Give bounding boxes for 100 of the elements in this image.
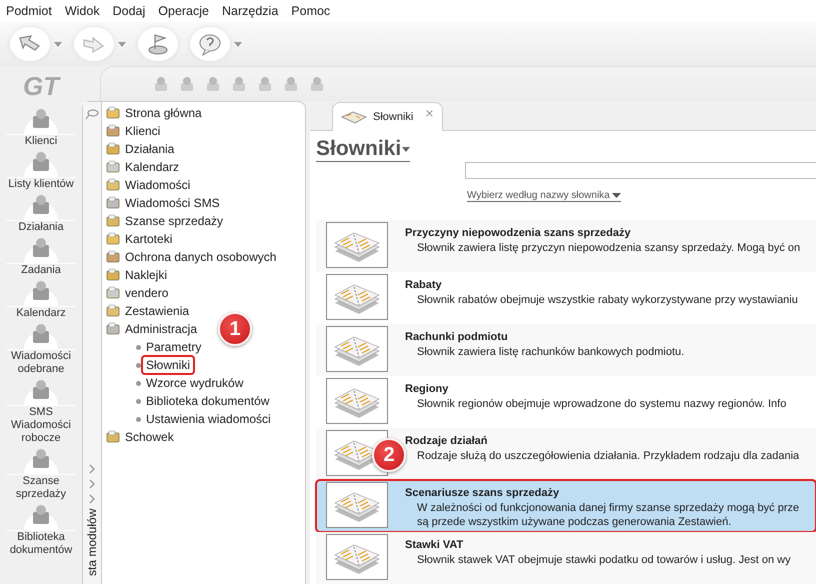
tree-item[interactable]: Ochrona danych osobowych (106, 248, 276, 266)
rail-label: Wiadomości odebrane (10, 350, 72, 376)
rail-item[interactable]: Kalendarz (3, 278, 79, 320)
menu-item[interactable]: Podmiot (6, 4, 52, 18)
page-title[interactable]: Słowniki (316, 137, 410, 162)
tree-item[interactable]: Działania (106, 140, 174, 158)
module-icon (106, 232, 121, 246)
pin-icon[interactable] (85, 108, 99, 120)
menu-item[interactable]: Narzędzia (222, 4, 278, 18)
rail-label: Szanse sprzedaży (14, 475, 68, 501)
rail-label: SMS Wiadomości robocze (10, 406, 72, 445)
tree-item[interactable]: Strona główna (106, 104, 202, 122)
rail-label: Biblioteka dokumentów (8, 531, 74, 557)
rail-icon (6, 377, 76, 406)
dictionary-description: Rodzaje służą do uszczegółowienia działania. Przykładem rodzaju dla zadania (416, 449, 800, 463)
toolbar-button[interactable] (138, 27, 178, 61)
rail-icon (6, 321, 76, 350)
tree-item[interactable]: Administracja (106, 320, 198, 338)
rail-icon (6, 502, 76, 531)
dictionary-description: są przede wszystkim używane podczas generowania Zestawień. (416, 515, 732, 529)
dictionary-title: Rodzaje działań (405, 434, 489, 449)
dictionary-row[interactable]: Przyczyny niepowodzenia szans sprzedaży Słownik zawiera listę przyczyn niepowodzenia szansy sprzedaży. Mogą być on (316, 220, 816, 272)
module-icon (106, 178, 121, 192)
dictionary-description: Słownik regionów obejmuje wprowadzone do systemu nazwy regionów. Info (416, 397, 786, 411)
tree-item[interactable]: Zestawienia (106, 302, 190, 320)
rail-icon (6, 192, 76, 221)
menu-item[interactable]: Operacje (158, 4, 209, 18)
toolbar-icon (197, 32, 223, 56)
module-icon (106, 214, 121, 228)
tree-item[interactable]: Wzorce wydruków (141, 373, 248, 393)
tree-item[interactable]: Schowek (106, 428, 174, 446)
dictionary-title: Scenariusze szans sprzedaży (405, 486, 560, 501)
logo: GT (22, 70, 60, 103)
dictionary-row[interactable]: Regiony Słownik regionów obejmuje wprowadzone do systemu nazwy regionów. Info (316, 376, 816, 428)
tree-item[interactable]: Klienci (106, 122, 160, 140)
toolbar-button[interactable] (10, 27, 50, 61)
dictionary-description: Słownik zawiera listę rachunków bankowych podmiotu. (416, 345, 684, 359)
dictionary-description: Słownik rabatów obejmuje wszystkie rabaty wykorzystywane przy wystawianiu (416, 293, 798, 307)
step-badge: 2 (372, 438, 406, 472)
rail-label: Listy klientów (7, 178, 75, 191)
caret-icon[interactable] (402, 146, 410, 152)
step-badge: 1 (218, 312, 252, 346)
module-icon (106, 268, 121, 282)
dictionary-title: Rabaty (405, 278, 443, 293)
menu-item[interactable]: Dodaj (112, 4, 146, 18)
rail-item[interactable]: Listy klientów (3, 149, 79, 191)
toolbar-button[interactable] (190, 27, 230, 61)
tree-item[interactable]: vendero (106, 284, 168, 302)
module-icon (106, 286, 121, 300)
rail-icon (6, 106, 76, 135)
rail-icon (6, 446, 76, 475)
dictionary-row[interactable]: Scenariusze szans sprzedaży W zależności od funkcjonowania danej firmy szanse sprzedaży mogą być prze są przede wszystkim używane podczas generowania Zestawień. (316, 480, 816, 532)
rail-item[interactable]: Biblioteka dokumentów (3, 502, 79, 557)
rail-item[interactable]: Zadania (3, 235, 79, 277)
tree-item[interactable]: Parametry (141, 337, 206, 357)
module-icon (106, 322, 121, 336)
rail-item[interactable]: Wiadomości odebrane (3, 321, 79, 376)
caret-icon[interactable] (54, 42, 62, 46)
dictionary-description: W zależności od funkcjonowania danej firmy szanse sprzedaży mogą być prze (416, 501, 800, 515)
module-icon (106, 106, 121, 120)
tree-item[interactable]: Biblioteka dokumentów (141, 391, 274, 411)
module-icon (106, 124, 121, 138)
toolbar-button[interactable] (74, 27, 114, 61)
filter-dropdown[interactable]: Wybierz według nazwy słownika (467, 190, 621, 202)
rail-icon (6, 149, 76, 178)
rail-icon (6, 235, 76, 264)
rail-label: Kalendarz (15, 307, 67, 320)
tree-item[interactable]: Wiadomości SMS (106, 194, 220, 212)
menu-item[interactable]: Widok (64, 4, 100, 18)
panel-label: sta modułów (85, 508, 99, 576)
dictionary-title: Regiony (405, 382, 450, 397)
tree-item[interactable]: Ustawienia wiadomości (141, 409, 276, 429)
rail-item[interactable]: Działania (3, 192, 79, 234)
module-icon (106, 196, 121, 210)
dictionary-row[interactable]: 2 Rodzaje działań Rodzaje służą do uszczegółowienia działania. Przykładem rodzaju dla zadania (316, 428, 816, 480)
module-icon (106, 304, 121, 318)
tree-item[interactable]: Wiadomości (106, 176, 190, 194)
rail-item[interactable]: SMS Wiadomości robocze (3, 377, 79, 445)
rail-label: Działania (17, 221, 65, 234)
search-field[interactable] (465, 162, 816, 179)
menu-item[interactable]: Pomoc (291, 4, 330, 18)
tree-item[interactable]: Kalendarz (106, 158, 180, 176)
tree-item[interactable]: Kartoteki (106, 230, 172, 248)
rail-item[interactable]: Klienci (3, 106, 79, 148)
module-icon (106, 160, 121, 174)
dictionary-row[interactable]: Rachunki podmiotu Słownik zawiera listę rachunków bankowych podmiotu. (316, 324, 816, 376)
rail-label: Klienci (24, 135, 58, 148)
caret-icon[interactable] (118, 42, 126, 46)
dictionary-row[interactable]: Stawki VAT Słownik stawek VAT obejmuje stawki podatku od towarów i usług. Jest on wy (316, 532, 816, 584)
dictionary-description: Słownik zawiera listę przyczyn niepowodzenia szansy sprzedaży. Mogą być on (416, 241, 800, 255)
tree-item[interactable]: Słowniki (141, 355, 196, 375)
tree-item[interactable]: Naklejki (106, 266, 168, 284)
tree-item[interactable]: Szanse sprzedaży (106, 212, 224, 230)
dictionary-title: Stawki VAT (405, 538, 464, 553)
rail-label: Zadania (20, 264, 62, 277)
tab[interactable]: Słowniki × (332, 102, 443, 131)
caret-icon[interactable] (234, 42, 242, 46)
rail-item[interactable]: Szanse sprzedaży (3, 446, 79, 501)
book-icon (341, 109, 367, 125)
dictionary-row[interactable]: Rabaty Słownik rabatów obejmuje wszystkie rabaty wykorzystywane przy wystawianiu (316, 272, 816, 324)
